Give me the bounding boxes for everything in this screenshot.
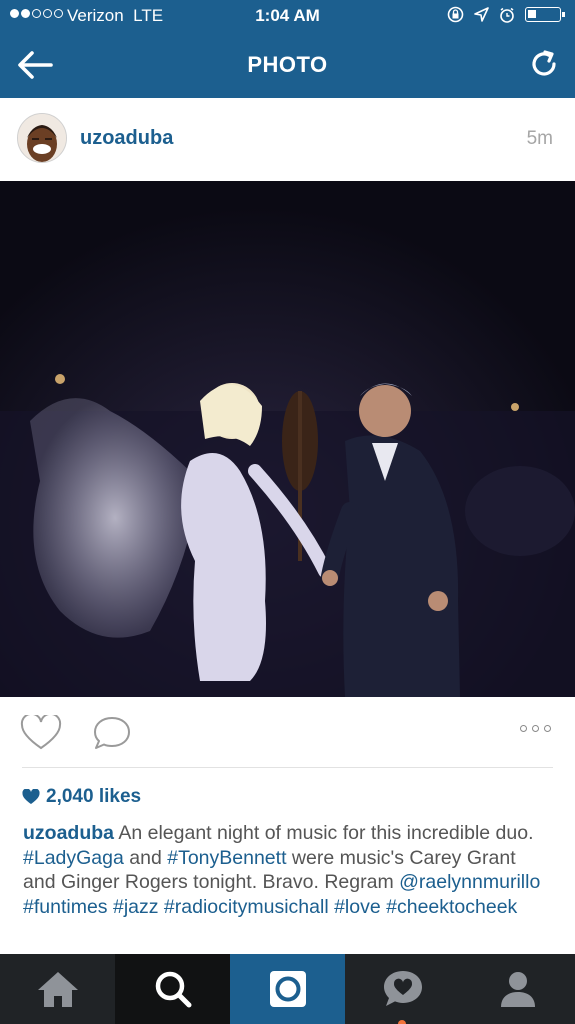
tab-bar [0,954,575,1024]
location-icon [474,7,489,22]
page-title: PHOTO [247,52,328,77]
hashtag[interactable]: #funtimes [23,896,108,918]
battery-icon [525,7,565,22]
dot-icon [532,725,539,732]
dot-icon [544,725,551,732]
post-header: uzoaduba 5m [0,98,575,181]
activity-icon [383,971,422,1006]
caption-username[interactable]: uzoaduba [23,822,114,844]
rotation-lock-icon [447,6,464,23]
tab-home[interactable] [0,954,115,1024]
hashtag[interactable]: #love [334,896,381,918]
hashtag[interactable]: #TonyBennett [167,847,286,869]
app-header: Verizon LTE 1:04 AM PHOTO [0,0,575,98]
post-username[interactable]: uzoaduba [80,127,173,150]
likes-label: 2,040 likes [46,786,142,807]
status-icons [447,6,565,23]
heart-icon [20,712,62,750]
caption-text: An elegant night of music for this incre… [118,822,534,844]
post-photo[interactable] [0,181,575,697]
caption-text: and [129,846,162,869]
hashtag[interactable]: #cheektocheek [386,896,517,918]
comment-icon [94,717,130,749]
tab-search[interactable] [115,954,230,1024]
tab-profile[interactable] [460,954,575,1024]
comment-button[interactable] [92,715,132,751]
avatar[interactable] [17,113,67,163]
hashtag[interactable]: #jazz [113,896,159,918]
likes-count[interactable]: 2,040 likes [22,786,141,808]
user-face-icon [18,114,66,162]
hashtag[interactable]: #radiocitymusichall [164,896,329,918]
heart-filled-icon [22,789,40,804]
alarm-icon [500,7,514,23]
post-timestamp: 5m [526,128,553,149]
stage-photo-image [0,181,575,697]
hashtag[interactable]: #LadyGaga [23,847,124,869]
post-caption: uzoaduba An elegant night of music for t… [23,821,553,919]
home-icon [37,972,78,1007]
notification-indicator [398,1020,406,1024]
refresh-icon [532,50,556,76]
camera-icon [269,971,306,1007]
status-bar: Verizon LTE 1:04 AM [0,0,575,32]
tab-camera[interactable] [230,954,345,1024]
like-button[interactable] [20,712,62,751]
post-actions [0,697,575,767]
mention-link[interactable]: @raelynnmurillo [399,871,540,893]
divider [22,767,553,768]
more-options-button[interactable] [520,725,551,732]
profile-icon [500,972,535,1007]
tab-activity[interactable] [345,954,460,1024]
search-icon [155,971,191,1008]
refresh-button[interactable] [529,49,559,79]
dot-icon [520,725,527,732]
